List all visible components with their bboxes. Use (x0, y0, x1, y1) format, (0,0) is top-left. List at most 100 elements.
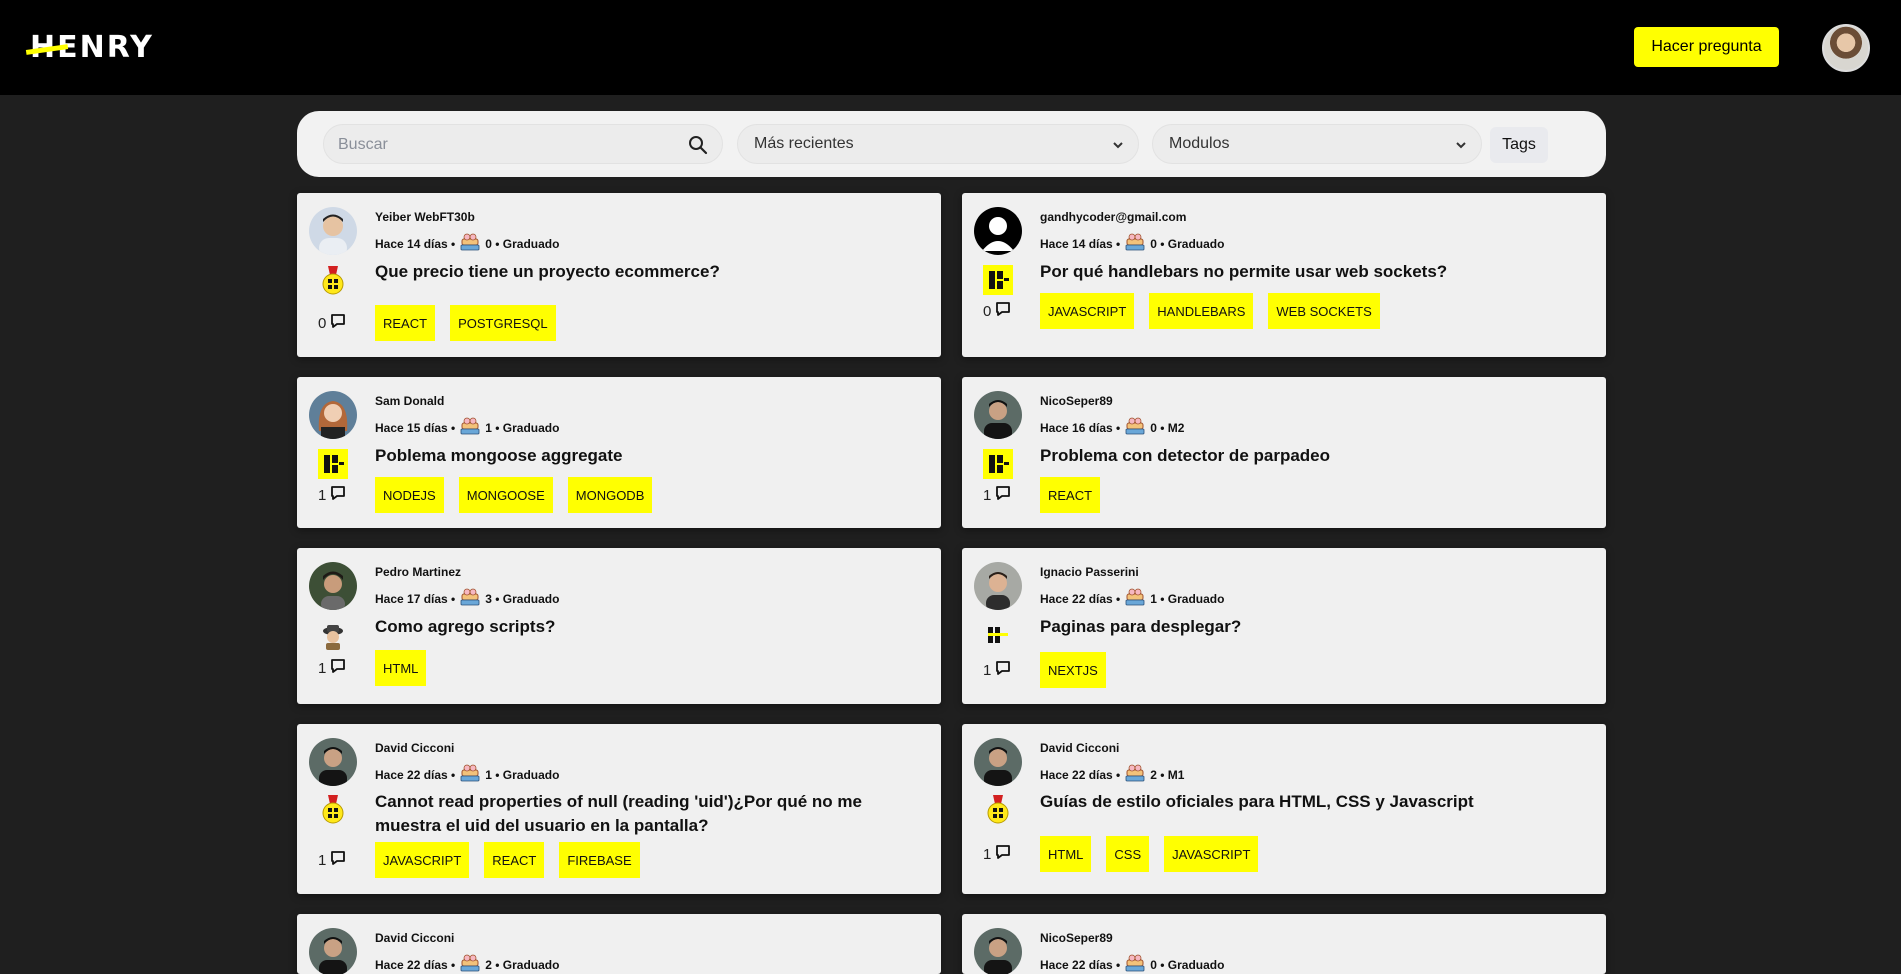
tag-chip[interactable]: WEB SOCKETS (1268, 293, 1380, 329)
question-title[interactable]: Paginas para desplegar? (1040, 615, 1580, 639)
tag-chip[interactable]: FIREBASE (559, 842, 640, 878)
comment-count-value: 1 (318, 486, 327, 504)
post-points: 3 • Graduado (485, 591, 560, 606)
question-title[interactable]: Problema con detector de parpadeo (1040, 444, 1580, 468)
points-icon (459, 763, 481, 786)
henry-logo[interactable]: HENRY (25, 30, 154, 65)
question-title[interactable]: Cannot read properties of null (reading … (375, 790, 915, 838)
avatar-dark-icon[interactable] (309, 738, 357, 786)
tag-list: REACT POSTGRESQL (375, 305, 556, 341)
chevron-down-icon (1113, 142, 1123, 149)
question-title[interactable]: Guías de estilo oficiales para HTML, CSS… (1040, 790, 1580, 814)
tag-list: HTML CSS JAVASCRIPT (1040, 836, 1259, 872)
question-card[interactable]: 0 Yeiber WebFT30b Hace 14 días • 0 • Gradua… (297, 193, 941, 357)
author-name[interactable]: Sam Donald (375, 394, 444, 408)
tag-chip[interactable]: REACT (375, 305, 436, 341)
tag-chip[interactable]: REACT (1040, 477, 1101, 513)
post-points: 0 • Graduado (1150, 236, 1225, 251)
avatar-green-icon[interactable] (309, 562, 357, 610)
points-icon (1124, 763, 1146, 786)
author-name[interactable]: Pedro Martinez (375, 565, 461, 579)
comment-count-value: 0 (318, 314, 327, 332)
search-icon[interactable] (688, 135, 708, 155)
avatar-dark-icon[interactable] (309, 928, 357, 974)
comment-count: 1 (983, 485, 1011, 505)
question-card[interactable]: 1 David Cicconi Hace 22 días • 2 • M1 Guías … (962, 724, 1606, 894)
tag-chip[interactable]: JAVASCRIPT (1040, 293, 1135, 329)
comment-icon (330, 313, 346, 333)
tag-chip[interactable]: NEXTJS (1040, 652, 1106, 688)
tag-chip[interactable]: POSTGRESQL (450, 305, 556, 341)
author-name[interactable]: Yeiber WebFT30b (375, 210, 475, 224)
question-title[interactable]: Que precio tiene un proyecto ecommerce? (375, 260, 915, 284)
search-input[interactable] (338, 133, 678, 157)
question-card[interactable]: 1 Pedro Martinez Hace 17 días • 3 • Graduad… (297, 548, 941, 704)
points-icon (1124, 587, 1146, 610)
medal-icon (983, 794, 1013, 824)
tag-chip[interactable]: HTML (375, 650, 427, 686)
comment-icon (330, 485, 346, 505)
question-title[interactable]: Como agrego scripts? (375, 615, 915, 639)
tag-chip[interactable]: MONGODB (567, 477, 653, 513)
question-card[interactable]: 1 NicoSeper89 Hace 16 días • 0 • M2 Problema… (962, 377, 1606, 528)
author-name[interactable]: Ignacio Passerini (1040, 565, 1139, 579)
medal-icon (318, 265, 348, 295)
tag-chip[interactable]: MONGOOSE (458, 477, 553, 513)
question-card[interactable]: 1 Sam Donald Hace 15 días • 1 • Graduado Pob… (297, 377, 941, 528)
points-icon (459, 232, 481, 255)
post-date: Hace 15 días • (375, 420, 456, 435)
tag-list: JAVASCRIPT REACT FIREBASE (375, 842, 640, 878)
henry-small-icon (983, 620, 1013, 650)
avatar-dark-icon[interactable] (974, 738, 1022, 786)
comment-count: 0 (318, 313, 346, 333)
sort-select[interactable]: Más recientes (737, 124, 1139, 164)
tag-chip[interactable]: CSS (1106, 836, 1150, 872)
comment-icon (995, 844, 1011, 864)
question-card[interactable]: NicoSeper89 Hace 22 días • 0 • Graduado (962, 914, 1606, 974)
post-meta: Hace 22 días • 2 • Graduado (375, 953, 559, 974)
henry-badge-icon (983, 265, 1013, 295)
comment-icon (330, 850, 346, 870)
tags-button[interactable]: Tags (1490, 127, 1548, 163)
avatar-light-icon[interactable] (974, 562, 1022, 610)
comment-count-value: 1 (318, 659, 327, 677)
question-card[interactable]: 1 David Cicconi Hace 22 días • 1 • Graduado… (297, 724, 941, 894)
avatar-dark-icon[interactable] (974, 928, 1022, 974)
post-meta: Hace 22 días • 1 • Graduado (1040, 587, 1224, 610)
question-card[interactable]: 0 gandhycoder@gmail.com Hace 14 días • 0 • … (962, 193, 1606, 357)
author-name[interactable]: David Cicconi (375, 741, 454, 755)
avatar-woman-icon[interactable] (309, 391, 357, 439)
author-name[interactable]: gandhycoder@gmail.com (1040, 210, 1186, 224)
author-name[interactable]: David Cicconi (375, 931, 454, 945)
question-card[interactable]: David Cicconi Hace 22 días • 2 • Graduado (297, 914, 941, 974)
module-select[interactable]: Modulos (1152, 124, 1482, 164)
default-user-icon[interactable] (974, 207, 1022, 255)
tag-chip[interactable]: JAVASCRIPT (1164, 836, 1259, 872)
tag-chip[interactable]: NODEJS (375, 477, 444, 513)
tag-chip[interactable]: HTML (1040, 836, 1092, 872)
tag-chip[interactable]: JAVASCRIPT (375, 842, 470, 878)
tag-chip[interactable]: REACT (484, 842, 545, 878)
author-name[interactable]: NicoSeper89 (1040, 394, 1113, 408)
avatar-blue-icon[interactable] (309, 207, 357, 255)
points-icon (1124, 953, 1146, 974)
comment-count: 1 (318, 850, 346, 870)
user-avatar[interactable] (1822, 24, 1870, 72)
question-title[interactable]: Por qué handlebars no permite usar web s… (1040, 260, 1580, 284)
tag-chip[interactable]: HANDLEBARS (1149, 293, 1254, 329)
points-icon (1124, 416, 1146, 439)
post-date: Hace 14 días • (375, 236, 456, 251)
filter-bar: Más recientes Modulos Tags (297, 111, 1606, 177)
ask-question-button[interactable]: Hacer pregunta (1634, 27, 1779, 67)
question-title[interactable]: Poblema mongoose aggregate (375, 444, 915, 468)
post-points: 1 • Graduado (485, 420, 560, 435)
post-date: Hace 14 días • (1040, 236, 1121, 251)
comment-icon (995, 301, 1011, 321)
author-name[interactable]: David Cicconi (1040, 741, 1119, 755)
question-card[interactable]: 1 Ignacio Passerini Hace 22 días • 1 • Grad… (962, 548, 1606, 704)
chevron-down-icon (1456, 142, 1466, 149)
comment-count: 1 (983, 844, 1011, 864)
tag-list: NODEJS MONGOOSE MONGODB (375, 477, 653, 513)
avatar-dark-icon[interactable] (974, 391, 1022, 439)
author-name[interactable]: NicoSeper89 (1040, 931, 1113, 945)
